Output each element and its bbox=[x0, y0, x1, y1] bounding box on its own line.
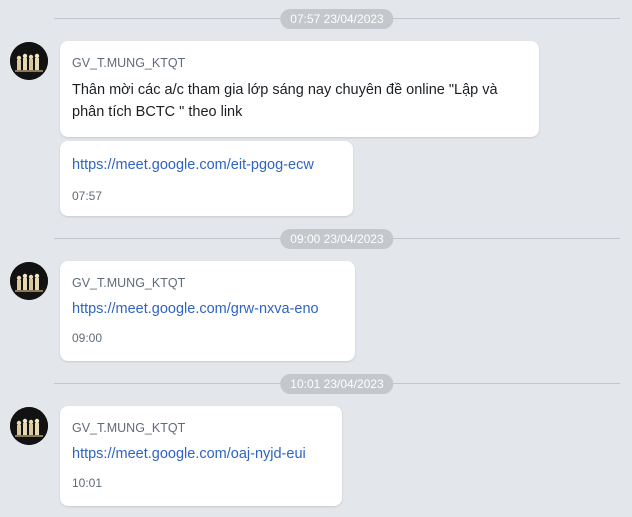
sender-name[interactable]: GV_T.MUNG_KTQT bbox=[72, 55, 527, 71]
message-bubble[interactable]: GV_T.MUNG_KTQT https://meet.google.com/g… bbox=[60, 261, 355, 361]
date-divider: 07:57 23/04/2023 bbox=[54, 9, 620, 29]
avatar-photo-icon bbox=[10, 42, 48, 80]
message-bubble[interactable]: https://meet.google.com/eit-pgog-ecw 07:… bbox=[60, 141, 353, 216]
message-bubble[interactable]: GV_T.MUNG_KTQT Thân mời các a/c tham gia… bbox=[60, 41, 539, 137]
avatar-photo-icon bbox=[10, 407, 48, 445]
date-pill: 07:57 23/04/2023 bbox=[280, 9, 394, 29]
date-pill: 09:00 23/04/2023 bbox=[280, 229, 394, 249]
meeting-link[interactable]: https://meet.google.com/oaj-nyjd-eui bbox=[72, 444, 330, 464]
message-time: 10:01 bbox=[72, 476, 103, 490]
message-time: 09:00 bbox=[72, 331, 103, 345]
date-divider: 09:00 23/04/2023 bbox=[54, 229, 620, 249]
sender-avatar[interactable] bbox=[10, 42, 48, 80]
sender-name[interactable]: GV_T.MUNG_KTQT bbox=[72, 420, 330, 436]
sender-avatar[interactable] bbox=[10, 407, 48, 445]
meeting-link[interactable]: https://meet.google.com/grw-nxva-eno bbox=[72, 299, 343, 319]
message-text: Thân mời các a/c tham gia lớp sáng nay c… bbox=[72, 82, 498, 120]
date-pill: 10:01 23/04/2023 bbox=[280, 374, 394, 394]
message-bubble[interactable]: GV_T.MUNG_KTQT https://meet.google.com/o… bbox=[60, 406, 342, 506]
sender-avatar[interactable] bbox=[10, 262, 48, 300]
avatar-photo-icon bbox=[10, 262, 48, 300]
message-time: 07:57 bbox=[72, 189, 103, 203]
date-divider: 10:01 23/04/2023 bbox=[54, 374, 620, 394]
sender-name[interactable]: GV_T.MUNG_KTQT bbox=[72, 275, 343, 291]
meeting-link[interactable]: https://meet.google.com/eit-pgog-ecw bbox=[72, 155, 341, 175]
